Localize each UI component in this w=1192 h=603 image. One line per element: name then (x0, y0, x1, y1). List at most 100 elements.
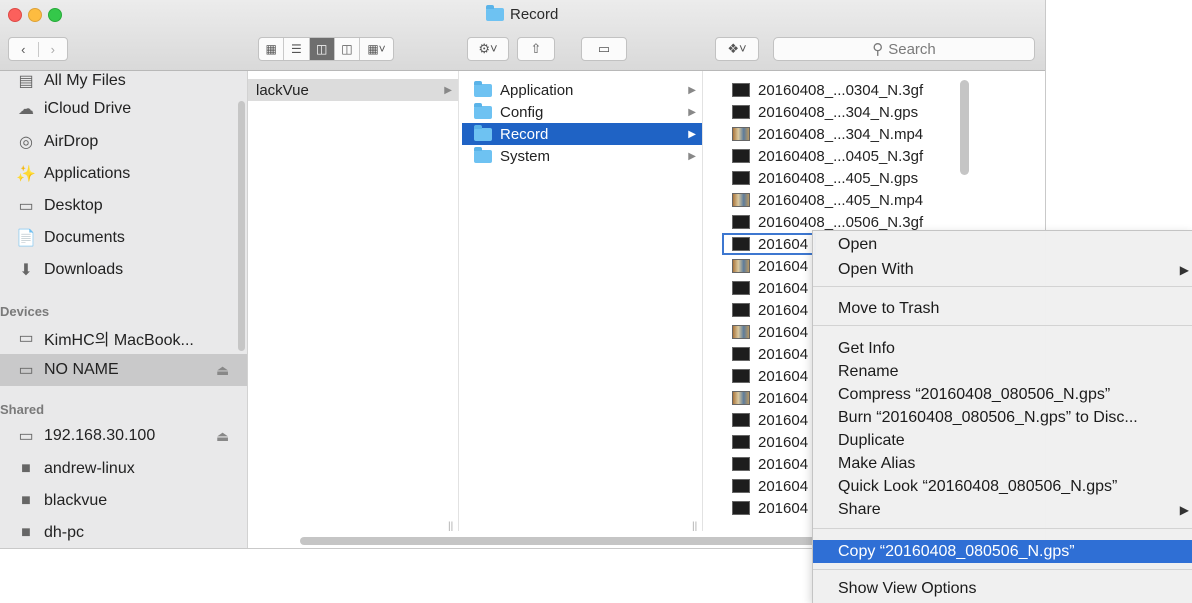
back-forward-buttons: ‹ › (8, 37, 68, 61)
list-item-label: 201604 (758, 389, 809, 407)
computer-icon: ■ (21, 460, 31, 477)
list-view-icon[interactable]: ☰ (284, 38, 310, 60)
menu-item-burn[interactable]: Burn “20160408_080506_N.gps” to Disc... (813, 406, 1192, 429)
list-item-label: System (500, 147, 551, 165)
menu-item-share[interactable]: Share ▶ (813, 498, 1192, 521)
menu-item-label: Burn “20160408_080506_N.gps” to Disc... (838, 408, 1138, 426)
menu-separator (813, 286, 1192, 287)
airdrop-icon: ◎ (19, 134, 33, 151)
applications-icon: ✨ (16, 166, 36, 183)
submenu-arrow-icon: ▶ (1179, 502, 1189, 517)
column-resize-handle[interactable]: || (448, 521, 453, 531)
horizontal-scrollbar[interactable] (300, 537, 820, 545)
list-item[interactable]: 20160408_...405_N.mp4 (716, 189, 978, 211)
menu-item-copy[interactable]: Copy “20160408_080506_N.gps” (813, 540, 1192, 563)
sidebar-item-desktop[interactable]: ▭ Desktop (0, 190, 247, 222)
list-item[interactable]: 20160408_...304_N.gps (716, 101, 978, 123)
search-input[interactable]: ⚲ Search (773, 37, 1035, 61)
folder-icon (474, 80, 492, 97)
menu-item-duplicate[interactable]: Duplicate (813, 429, 1192, 452)
icon-view-icon[interactable]: ▦ (259, 38, 285, 60)
search-placeholder: Search (888, 40, 936, 58)
list-item[interactable]: 20160408_...405_N.gps (716, 167, 978, 189)
sidebar-item-blackvue[interactable]: ■ blackvue (0, 485, 247, 517)
list-item[interactable]: System ▶ (462, 145, 702, 167)
list-item[interactable]: Config ▶ (462, 101, 702, 123)
sidebar-item-macbook[interactable]: ▭ KimHC의 MacBook... (0, 322, 247, 354)
menu-item-label: Open (838, 235, 878, 253)
sidebar-item-label: Desktop (44, 197, 103, 214)
dropbox-icon[interactable]: ❖˅ (715, 37, 759, 61)
back-icon[interactable]: ‹ (9, 41, 39, 57)
sidebar-item-label: dh-pc (44, 524, 85, 541)
minimize-window-button[interactable] (28, 8, 42, 22)
list-item-label: 201604 (758, 257, 809, 275)
list-item-label: 201604 (758, 477, 809, 495)
menu-item-make-alias[interactable]: Make Alias (813, 452, 1192, 475)
submenu-arrow-icon: ▶ (1179, 262, 1189, 277)
sidebar-item-applications[interactable]: ✨ Applications (0, 158, 247, 190)
sidebar-item-andrew-linux[interactable]: ■ andrew-linux (0, 453, 247, 485)
sidebar-scrollbar[interactable] (238, 101, 245, 351)
menu-item-label: Open With (838, 260, 914, 278)
list-item-context-target[interactable]: 201604 (722, 233, 816, 255)
coverflow-view-icon[interactable]: ◫ (335, 38, 360, 60)
list-item-label: 20160408_...405_N.gps (758, 169, 919, 187)
list-item[interactable]: Record ▶ (462, 123, 702, 145)
disclosure-arrow-icon: ▶ (688, 84, 696, 96)
menu-item-get-info[interactable]: Get Info (813, 337, 1192, 360)
sidebar-item-dh-pc[interactable]: ■ dh-pc (0, 517, 247, 548)
list-item-label: Record (500, 125, 549, 143)
cloud-icon: ☁ (18, 101, 34, 118)
list-item-label: Config (500, 103, 544, 121)
file-icon (732, 501, 750, 515)
sidebar-item-documents[interactable]: 📄 Documents (0, 222, 247, 254)
list-item-label: 201604 (758, 345, 809, 363)
list-item[interactable]: 20160408_...0304_N.3gf (716, 79, 978, 101)
tag-icon[interactable]: ▭ (581, 37, 627, 61)
menu-item-label: Show View Options (838, 579, 977, 597)
sidebar-item-server[interactable]: ▭ 192.168.30.100 ⏏ (0, 420, 247, 452)
column-resize-handle[interactable]: || (692, 521, 697, 531)
action-gear-icon[interactable]: ⚙˅ (467, 37, 509, 61)
sidebar: ▤ All My Files ☁ iCloud Drive ◎ AirDrop … (0, 71, 248, 548)
sidebar-item-no-name[interactable]: ▭ NO NAME ⏏ (0, 354, 247, 386)
list-item-label: 201604 (758, 411, 809, 429)
share-icon[interactable]: ⇧ (517, 37, 555, 61)
menu-item-compress[interactable]: Compress “20160408_080506_N.gps” (813, 383, 1192, 406)
menu-separator (813, 325, 1192, 326)
menu-item-show-view-options[interactable]: Show View Options (813, 577, 1192, 600)
close-window-button[interactable] (8, 8, 22, 22)
list-item[interactable]: Application ▶ (462, 79, 702, 101)
column-scrollbar[interactable] (960, 80, 969, 175)
menu-item-label: Compress “20160408_080506_N.gps” (838, 385, 1111, 403)
list-item-label: 20160408_...304_N.mp4 (758, 125, 924, 143)
arrange-icon[interactable]: ▦˅ (360, 38, 393, 60)
sidebar-item-airdrop[interactable]: ◎ AirDrop (0, 126, 247, 158)
menu-item-rename[interactable]: Rename (813, 360, 1192, 383)
computer-icon: ■ (21, 492, 31, 509)
forward-icon[interactable]: › (39, 42, 68, 57)
menu-item-quick-look[interactable]: Quick Look “20160408_080506_N.gps” (813, 475, 1192, 498)
documents-icon: 📄 (16, 230, 36, 247)
list-item-label: 201604 (758, 455, 809, 473)
eject-icon[interactable]: ⏏ (216, 428, 229, 445)
menu-item-move-to-trash[interactable]: Move to Trash (813, 297, 1192, 320)
server-icon: ▭ (18, 428, 34, 445)
sidebar-item-icloud-drive[interactable]: ☁ iCloud Drive (0, 93, 247, 125)
menu-item-open[interactable]: Open (813, 233, 1192, 256)
menu-item-open-with[interactable]: Open With ▶ (813, 258, 1192, 281)
file-icon (732, 347, 750, 361)
column-view-icon[interactable]: ◫ (309, 38, 335, 60)
eject-icon[interactable]: ⏏ (216, 362, 229, 379)
sidebar-item-downloads[interactable]: ⬇ Downloads (0, 254, 247, 286)
zoom-window-button[interactable] (48, 8, 62, 22)
list-item[interactable]: lackVue ▶ (248, 79, 458, 101)
folder-icon (474, 124, 492, 141)
menu-separator (813, 528, 1192, 529)
file-icon (732, 479, 750, 493)
list-item[interactable]: 20160408_...304_N.mp4 (716, 123, 978, 145)
list-item[interactable]: 20160408_...0405_N.3gf (716, 145, 978, 167)
folder-icon (474, 102, 492, 119)
context-menu: Open Open With ▶ Move to Trash Get Info R… (812, 230, 1192, 603)
